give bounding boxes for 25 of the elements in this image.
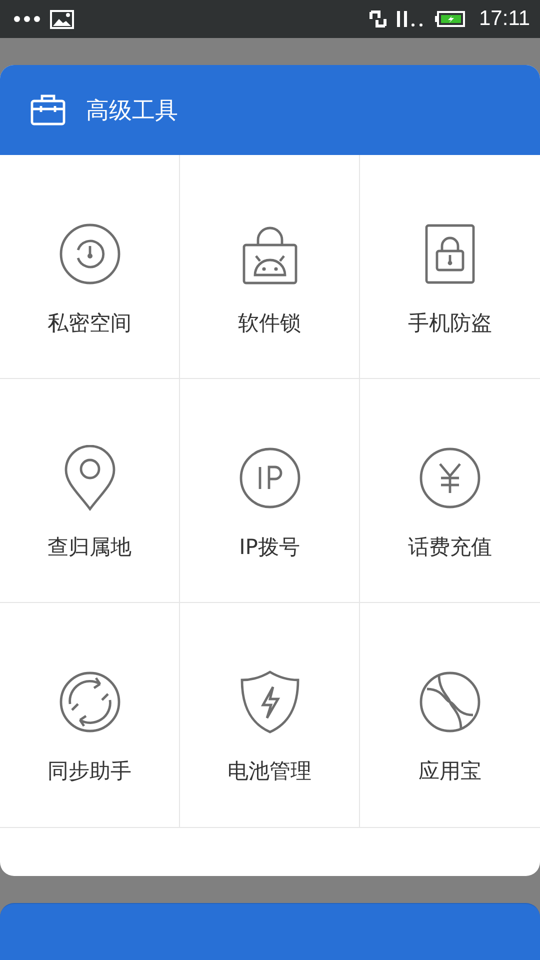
tool-tile[interactable]: 查归属地: [0, 379, 180, 603]
swirl-icon: [419, 671, 481, 733]
map-pin-icon: [64, 445, 116, 511]
dialog-title: 高级工具: [86, 96, 178, 126]
battery-icon: [435, 11, 465, 27]
tool-tile[interactable]: 电池管理: [180, 603, 360, 827]
image-icon: [50, 10, 74, 28]
clock-time: 17:11: [479, 7, 530, 31]
network-icon: [369, 10, 387, 28]
tool-tile[interactable]: IP拨号: [180, 379, 360, 603]
padlock-icon: [425, 224, 475, 284]
more-icon: [14, 16, 40, 22]
tool-tile[interactable]: 同步助手: [0, 603, 180, 827]
tool-tile[interactable]: 手机防盗: [360, 155, 540, 379]
tool-tile[interactable]: 软件锁: [180, 155, 360, 379]
signal-icon: [397, 10, 425, 28]
ip-icon: [238, 447, 300, 509]
tool-tile[interactable]: 话费充值: [360, 379, 540, 603]
toolbox-icon: [30, 94, 66, 126]
sync-icon: [58, 670, 122, 734]
tool-tile[interactable]: 应用宝: [360, 603, 540, 827]
clock-icon: [58, 223, 120, 285]
yen-icon: [419, 447, 481, 509]
shield-bolt-icon: [240, 670, 300, 734]
tool-tile[interactable]: 私密空间: [0, 155, 180, 379]
